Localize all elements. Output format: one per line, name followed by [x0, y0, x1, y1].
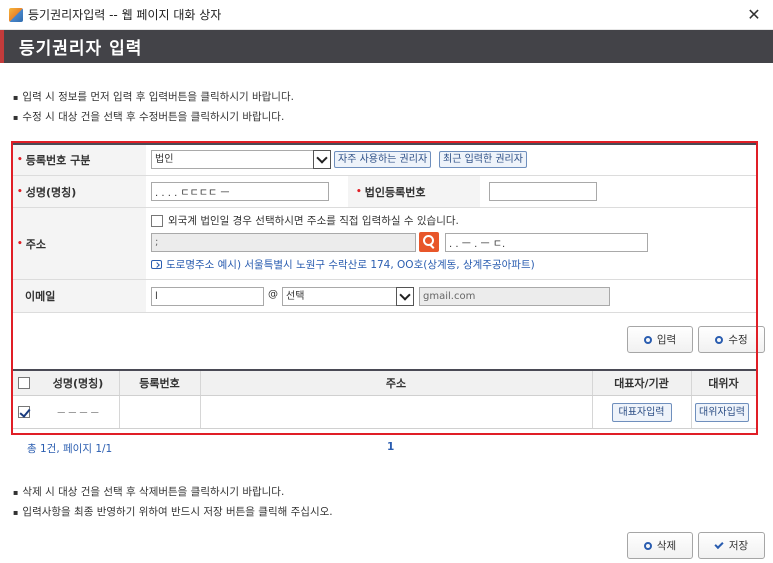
- save-button[interactable]: 저장: [698, 532, 765, 559]
- header-accent-bar: [0, 30, 4, 63]
- close-icon[interactable]: ✕: [745, 6, 763, 24]
- notice-input: ▪ 입력 시 정보를 먼저 입력 후 입력버튼을 클릭하시기 바랍니다.: [13, 91, 294, 103]
- window-titlebar: 등기권리자입력 -- 웹 페이지 대화 상자 ✕: [0, 0, 773, 30]
- notice-delete: ▪ 삭제 시 대상 건을 선택 후 삭제버튼을 클릭하시기 바랍니다.: [13, 486, 285, 498]
- check-icon: [714, 539, 724, 549]
- dialog-title: 등기권리자 입력: [19, 39, 143, 59]
- delete-button[interactable]: 삭제: [627, 532, 693, 559]
- bullet-icon: ▪: [13, 487, 19, 497]
- window-title: 등기권리자입력 -- 웹 페이지 대화 상자: [28, 8, 222, 22]
- pager-page-link[interactable]: 1: [387, 441, 394, 453]
- bullet-icon: ▪: [13, 112, 19, 122]
- pager-summary: 총 1건, 페이지 1/1: [27, 443, 113, 455]
- highlight-frame: [11, 141, 758, 435]
- notice-save: ▪ 입력사항을 최종 반영하기 위하여 반드시 저장 버튼을 클릭해 주십시오.: [13, 506, 333, 518]
- circle-icon: [643, 541, 652, 550]
- ie-app-icon: [9, 7, 23, 22]
- bullet-icon: ▪: [13, 507, 19, 517]
- bullet-icon: ▪: [13, 92, 19, 102]
- dialog-header: 등기권리자 입력: [0, 30, 773, 63]
- notice-edit: ▪ 수정 시 대상 건을 선택 후 수정버튼을 클릭하시기 바랍니다.: [13, 111, 285, 123]
